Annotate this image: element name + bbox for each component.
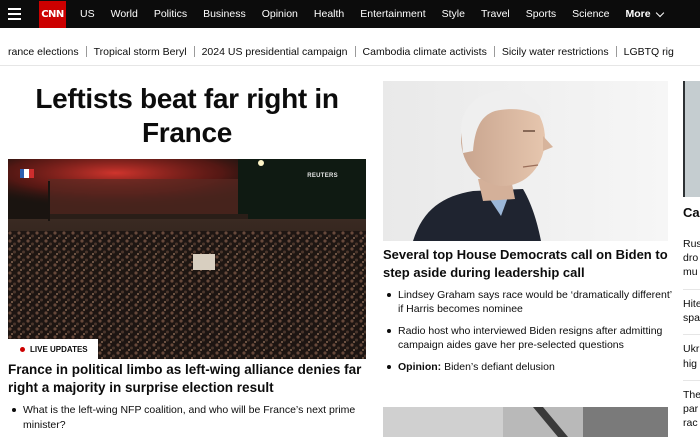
right-story-text[interactable]: hig [683, 357, 700, 371]
divider [683, 380, 700, 381]
biden-related-list: Lindsey Graham says race would be ‘drama… [383, 288, 673, 382]
trending-item[interactable]: Sicily water restrictions [495, 46, 616, 58]
right-story-text[interactable]: mu [683, 265, 700, 279]
live-label: LIVE UPDATES [30, 345, 88, 354]
list-item[interactable]: Lindsey Graham says race would be ‘drama… [383, 288, 673, 316]
live-updates-badge[interactable]: LIVE UPDATES [8, 339, 98, 360]
nav-link-entertainment[interactable]: Entertainment [352, 8, 433, 20]
cnn-logo[interactable]: CNN [39, 0, 66, 28]
next-story-image[interactable] [383, 407, 668, 437]
divider [683, 334, 700, 335]
nav-links: US World Politics Business Opinion Healt… [72, 0, 671, 28]
lead-story-title[interactable]: France in political limbo as left-wing a… [8, 361, 368, 397]
lead-related-list: What is the left-wing NFP coalition, and… [8, 403, 368, 432]
trending-item[interactable]: Tropical storm Beryl [87, 46, 194, 58]
nav-link-world[interactable]: World [103, 8, 146, 20]
lead-headline[interactable]: Leftists beat far right in France [8, 82, 366, 150]
list-item-text: Radio host who interviewed Biden resigns… [398, 325, 663, 351]
trending-item[interactable]: rance elections [0, 46, 86, 58]
trending-item[interactable]: LGBTQ rig [617, 46, 681, 58]
nav-link-sports[interactable]: Sports [518, 8, 564, 20]
biden-image[interactable] [383, 81, 668, 241]
nav-link-travel[interactable]: Travel [473, 8, 518, 20]
trending-item[interactable]: Cambodia climate activists [356, 46, 494, 58]
right-story-text[interactable]: Rus [683, 237, 700, 251]
list-item[interactable]: Opinion: Biden’s defiant delusion [383, 360, 673, 374]
nav-link-business[interactable]: Business [195, 8, 254, 20]
top-nav: CNN US World Politics Business Opinion H… [0, 0, 700, 28]
right-story-text[interactable]: spa [683, 311, 700, 325]
next-story-photo [383, 407, 668, 437]
chevron-down-icon [655, 8, 664, 17]
right-story-text[interactable]: Hite [683, 297, 700, 311]
image-credit: REUTERS [307, 173, 338, 179]
right-story-text[interactable]: rac [683, 416, 700, 430]
divider [683, 289, 700, 290]
right-story-text[interactable]: The [683, 388, 700, 402]
menu-icon[interactable] [0, 0, 28, 28]
right-story-title[interactable]: Ca [683, 205, 700, 220]
nav-link-health[interactable]: Health [306, 8, 352, 20]
nav-link-politics[interactable]: Politics [146, 8, 195, 20]
nav-link-science[interactable]: Science [564, 8, 617, 20]
trending-item[interactable]: 2024 US presidential campaign [195, 46, 355, 58]
trending-bar: rance elections Tropical storm Beryl 202… [0, 38, 700, 66]
nav-link-us[interactable]: US [72, 8, 103, 20]
lead-image[interactable]: REUTERS [8, 159, 366, 359]
biden-photo [383, 81, 668, 241]
list-item[interactable]: Radio host who interviewed Biden resigns… [383, 324, 673, 352]
biden-story-title[interactable]: Several top House Democrats call on Bide… [383, 246, 673, 281]
crowd-photo [8, 159, 366, 359]
more-label: More [625, 8, 651, 20]
right-story-image[interactable] [683, 81, 700, 197]
list-item-text: Biden’s defiant delusion [441, 361, 555, 373]
list-item[interactable]: What is the left-wing NFP coalition, and… [8, 403, 368, 432]
list-item-text: Lindsey Graham says race would be ‘drama… [398, 289, 672, 315]
right-story-text[interactable]: dro [683, 251, 700, 265]
right-story-text[interactable]: par [683, 402, 700, 416]
live-dot-icon [20, 347, 25, 352]
nav-link-style[interactable]: Style [434, 8, 473, 20]
right-story-text[interactable]: Ukr [683, 342, 700, 356]
opinion-label: Opinion: [398, 361, 442, 373]
more-menu-button[interactable]: More [618, 8, 671, 20]
nav-link-opinion[interactable]: Opinion [254, 8, 306, 20]
